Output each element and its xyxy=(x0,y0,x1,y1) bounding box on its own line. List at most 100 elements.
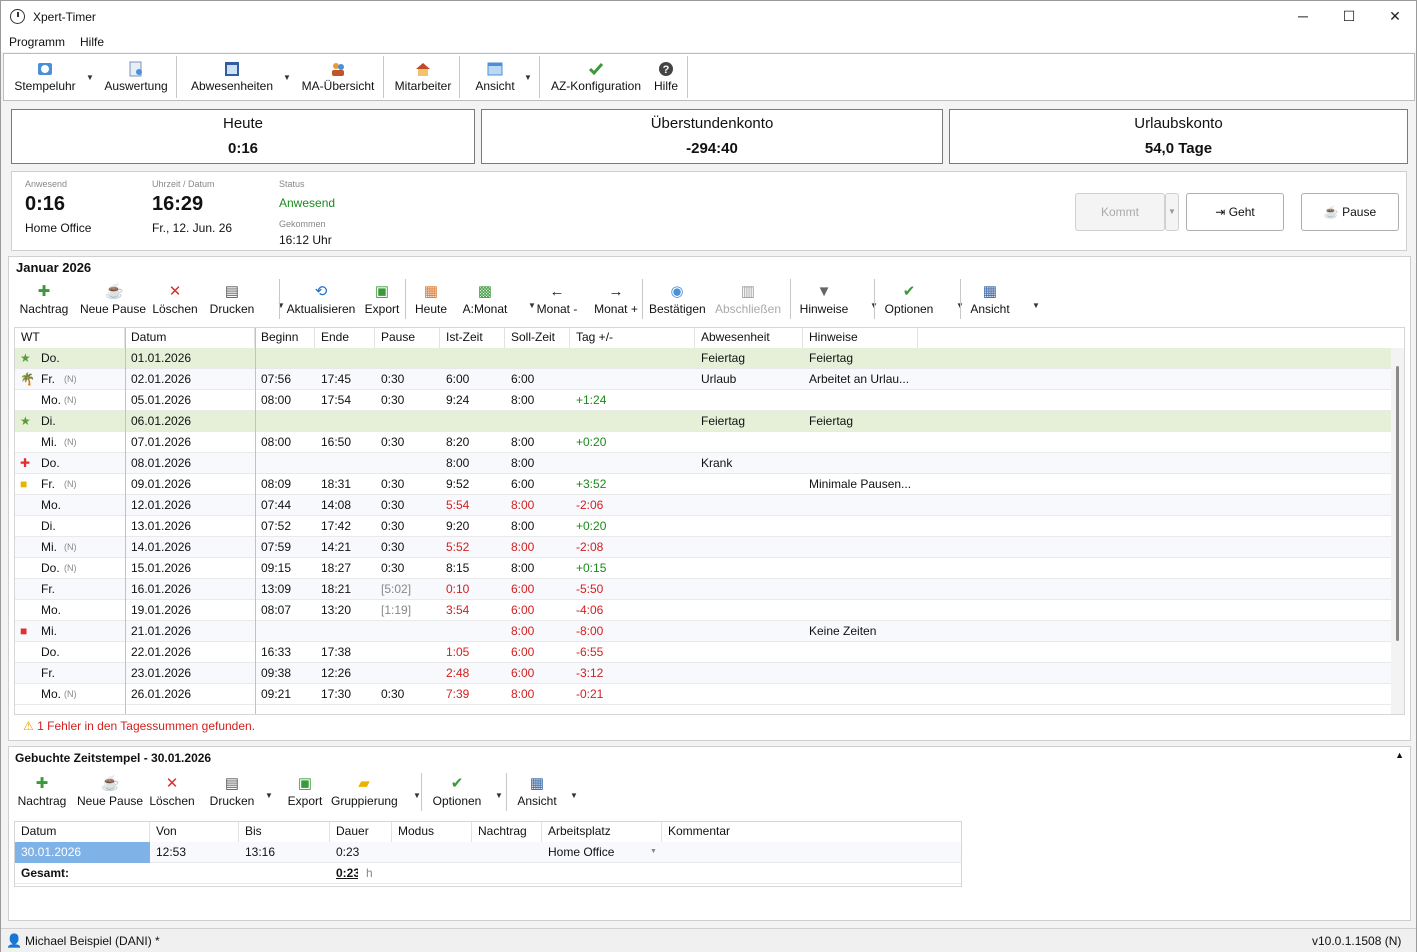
table-row[interactable]: Mi. (N) 07.01.2026 08:00 16:50 0:30 8:20 8:00 +0… xyxy=(15,432,1404,453)
tag-column-header[interactable]: Tag +/- xyxy=(570,328,695,348)
bis-column-header[interactable]: Bis xyxy=(239,822,330,842)
löschen-button[interactable]: ✕ Löschen xyxy=(150,281,200,321)
table-row[interactable]: ★ Di. 06.01.2026 Feiertag Feiertag xyxy=(15,411,1404,432)
ansicht-button[interactable]: Ansicht xyxy=(470,58,520,98)
table-row[interactable]: ★ Do. 01.01.2026 Feiertag Feiertag xyxy=(15,348,1404,369)
chevron-down-icon[interactable]: ▼ xyxy=(570,791,578,800)
kommt-dropdown[interactable]: ▼ xyxy=(1165,193,1179,231)
table-row[interactable]: ✚ Do. 08.01.2026 8:00 8:00 Krank xyxy=(15,453,1404,474)
table-row[interactable]: Do. 22.01.2026 16:33 17:38 1:05 6:00 -6:55 xyxy=(15,642,1404,663)
table-row[interactable]: ■ Mi. 21.01.2026 8:00 -8:00 Keine Zeiten xyxy=(15,621,1404,642)
chevron-down-icon[interactable]: ▼ xyxy=(495,791,503,800)
wt-column-header[interactable]: WT xyxy=(15,328,125,348)
modus-column-header[interactable]: Modus xyxy=(392,822,472,842)
von-column-header[interactable]: Von xyxy=(150,822,239,842)
ansicht-label: Ansicht xyxy=(970,302,1010,316)
soll-zeit-column-header[interactable]: Soll-Zeit xyxy=(505,328,570,348)
ist-zeit-column-header[interactable]: Ist-Zeit xyxy=(440,328,505,348)
table-row[interactable]: Fr. 16.01.2026 13:09 18:21 [5:02] 0:10 6:00 -5:… xyxy=(15,579,1404,600)
ende-cell: 18:31 xyxy=(321,477,352,491)
maximize-button[interactable]: ☐ xyxy=(1326,1,1372,32)
soll-zeit-cell: 6:00 xyxy=(511,666,535,680)
dauer-column-header[interactable]: Dauer xyxy=(330,822,392,842)
table-row[interactable]: Mi. (N) 14.01.2026 07:59 14:21 0:30 5:52 8:00 -2… xyxy=(15,537,1404,558)
pause-column-header[interactable]: Pause xyxy=(375,328,440,348)
az-konfiguration-button[interactable]: AZ-Konfiguration xyxy=(546,58,646,98)
chevron-down-icon[interactable]: ▼ xyxy=(265,791,273,800)
abschließen-button[interactable]: ▥ Abschließen xyxy=(714,281,782,321)
table-row[interactable]: Fr. 23.01.2026 09:38 12:26 2:48 6:00 -3:12 xyxy=(15,663,1404,684)
table-row[interactable]: Mo. (N) 26.01.2026 09:21 17:30 0:30 7:39 8:00 -0… xyxy=(15,684,1404,705)
aktualisieren-button[interactable]: ⟲ Aktualisieren xyxy=(285,281,357,321)
monat-button[interactable]: → Monat + xyxy=(591,281,641,321)
table-row[interactable]: Mo. (N) 05.01.2026 08:00 17:54 0:30 9:24 8:00 +1… xyxy=(15,390,1404,411)
export-button[interactable]: ▣ Export xyxy=(287,773,323,813)
datum-column-header[interactable]: Datum xyxy=(15,822,150,842)
export-button[interactable]: ▣ Export xyxy=(364,281,400,321)
arrow-right-icon: → xyxy=(608,283,624,300)
table-row[interactable]: 🌴 Fr. (N) 02.01.2026 07:56 17:45 0:30 6:00 6:00 U… xyxy=(15,369,1404,390)
chevron-down-icon[interactable]: ▼ xyxy=(283,73,291,82)
kommentar-column-header[interactable]: Kommentar xyxy=(662,822,961,842)
hinweise-cell: Feiertag xyxy=(809,414,854,428)
chevron-down-icon[interactable]: ▼ xyxy=(650,842,664,863)
gruppierung-button[interactable]: ▰ Gruppierung xyxy=(331,773,398,813)
hinweise-column-header[interactable]: Hinweise xyxy=(803,328,918,348)
star-icon: ★ xyxy=(20,351,31,365)
ende-cell: 12:26 xyxy=(321,666,352,680)
ansicht-button[interactable]: ▦ Ansicht xyxy=(516,773,558,813)
collapse-icon[interactable]: ▲ xyxy=(1395,750,1404,760)
drucken-label: Drucken xyxy=(209,302,255,316)
datum-column-header[interactable]: Datum xyxy=(125,328,255,348)
neue-pause-button[interactable]: ☕ Neue Pause xyxy=(77,773,143,813)
monat-button[interactable]: ← Monat - xyxy=(534,281,580,321)
optionen-button[interactable]: ✔ Optionen xyxy=(882,281,936,321)
auswertung-button[interactable]: Auswertung xyxy=(101,58,171,98)
heute-button[interactable]: ▦ Heute xyxy=(413,281,449,321)
menu-programm[interactable]: Programm xyxy=(9,35,65,49)
ansicht-button[interactable]: ▦ Ansicht xyxy=(969,281,1011,321)
arbeitsplatz-cell[interactable]: Home Office xyxy=(542,842,662,863)
vertical-scrollbar[interactable] xyxy=(1391,348,1404,714)
menu-hilfe[interactable]: Hilfe xyxy=(80,35,104,49)
chevron-down-icon[interactable]: ▼ xyxy=(528,301,536,310)
beginn-column-header[interactable]: Beginn xyxy=(255,328,315,348)
table-row[interactable]: Mo. 12.01.2026 07:44 14:08 0:30 5:54 8:00 -2:06 xyxy=(15,495,1404,516)
scrollbar-thumb[interactable] xyxy=(1396,366,1399,641)
ma-uebersicht-button[interactable]: MA-Übersicht xyxy=(298,58,378,98)
close-button[interactable]: ✕ xyxy=(1372,1,1417,32)
abwesenheiten-button[interactable]: Abwesenheiten xyxy=(188,58,276,98)
chevron-down-icon[interactable]: ▼ xyxy=(524,73,532,82)
neue-pause-button[interactable]: ☕ Neue Pause xyxy=(78,281,148,321)
nachtrag-column-header[interactable]: Nachtrag xyxy=(472,822,542,842)
stempeluhr-button[interactable]: Stempeluhr xyxy=(12,58,78,98)
ende-column-header[interactable]: Ende xyxy=(315,328,375,348)
ist-zeit-cell: 2:48 xyxy=(446,666,470,680)
kommt-button[interactable]: Kommt xyxy=(1075,193,1165,231)
arbeitsplatz-column-header[interactable]: Arbeitsplatz xyxy=(542,822,662,842)
a-monat-button[interactable]: ▩ A:Monat xyxy=(459,281,511,321)
löschen-button[interactable]: ✕ Löschen xyxy=(149,773,195,813)
optionen-button[interactable]: ✔ Optionen xyxy=(431,773,483,813)
nachtrag-button[interactable]: ✚ Nachtrag xyxy=(18,281,70,321)
minimize-button[interactable]: ─ xyxy=(1280,1,1326,32)
hilfe-button[interactable]: ? Hilfe xyxy=(649,58,683,98)
chevron-down-icon[interactable]: ▼ xyxy=(413,791,421,800)
mitarbeiter-button[interactable]: Mitarbeiter xyxy=(390,58,456,98)
bestätigen-button[interactable]: ◉ Bestätigen xyxy=(649,281,706,321)
ist-zeit-cell: 9:20 xyxy=(446,519,470,533)
table-row[interactable]: Mo. 19.01.2026 08:07 13:20 [1:19] 3:54 6:00 -4:… xyxy=(15,600,1404,621)
pause-button[interactable]: ☕ Pause xyxy=(1301,193,1399,231)
table-row[interactable]: Di. 13.01.2026 07:52 17:42 0:30 9:20 8:00 +0:20 xyxy=(15,516,1404,537)
hinweise-button[interactable]: ▼ Hinweise xyxy=(799,281,849,321)
drucken-button[interactable]: ▤ Drucken xyxy=(207,773,257,813)
table-row[interactable]: Do. (N) 15.01.2026 09:15 18:27 0:30 8:15 8:00 +0… xyxy=(15,558,1404,579)
abwesenheit-column-header[interactable]: Abwesenheit xyxy=(695,328,803,348)
table-row[interactable]: 30.01.2026 12:53 13:16 0:23 Home Office ▼ xyxy=(15,842,961,863)
nachtrag-button[interactable]: ✚ Nachtrag xyxy=(17,773,67,813)
drucken-button[interactable]: ▤ Drucken xyxy=(209,281,255,321)
geht-button[interactable]: ⇥ Geht xyxy=(1186,193,1284,231)
chevron-down-icon[interactable]: ▼ xyxy=(86,73,94,82)
table-row[interactable]: ■ Fr. (N) 09.01.2026 08:09 18:31 0:30 9:52 6:00 +… xyxy=(15,474,1404,495)
chevron-down-icon[interactable]: ▼ xyxy=(1032,301,1040,310)
